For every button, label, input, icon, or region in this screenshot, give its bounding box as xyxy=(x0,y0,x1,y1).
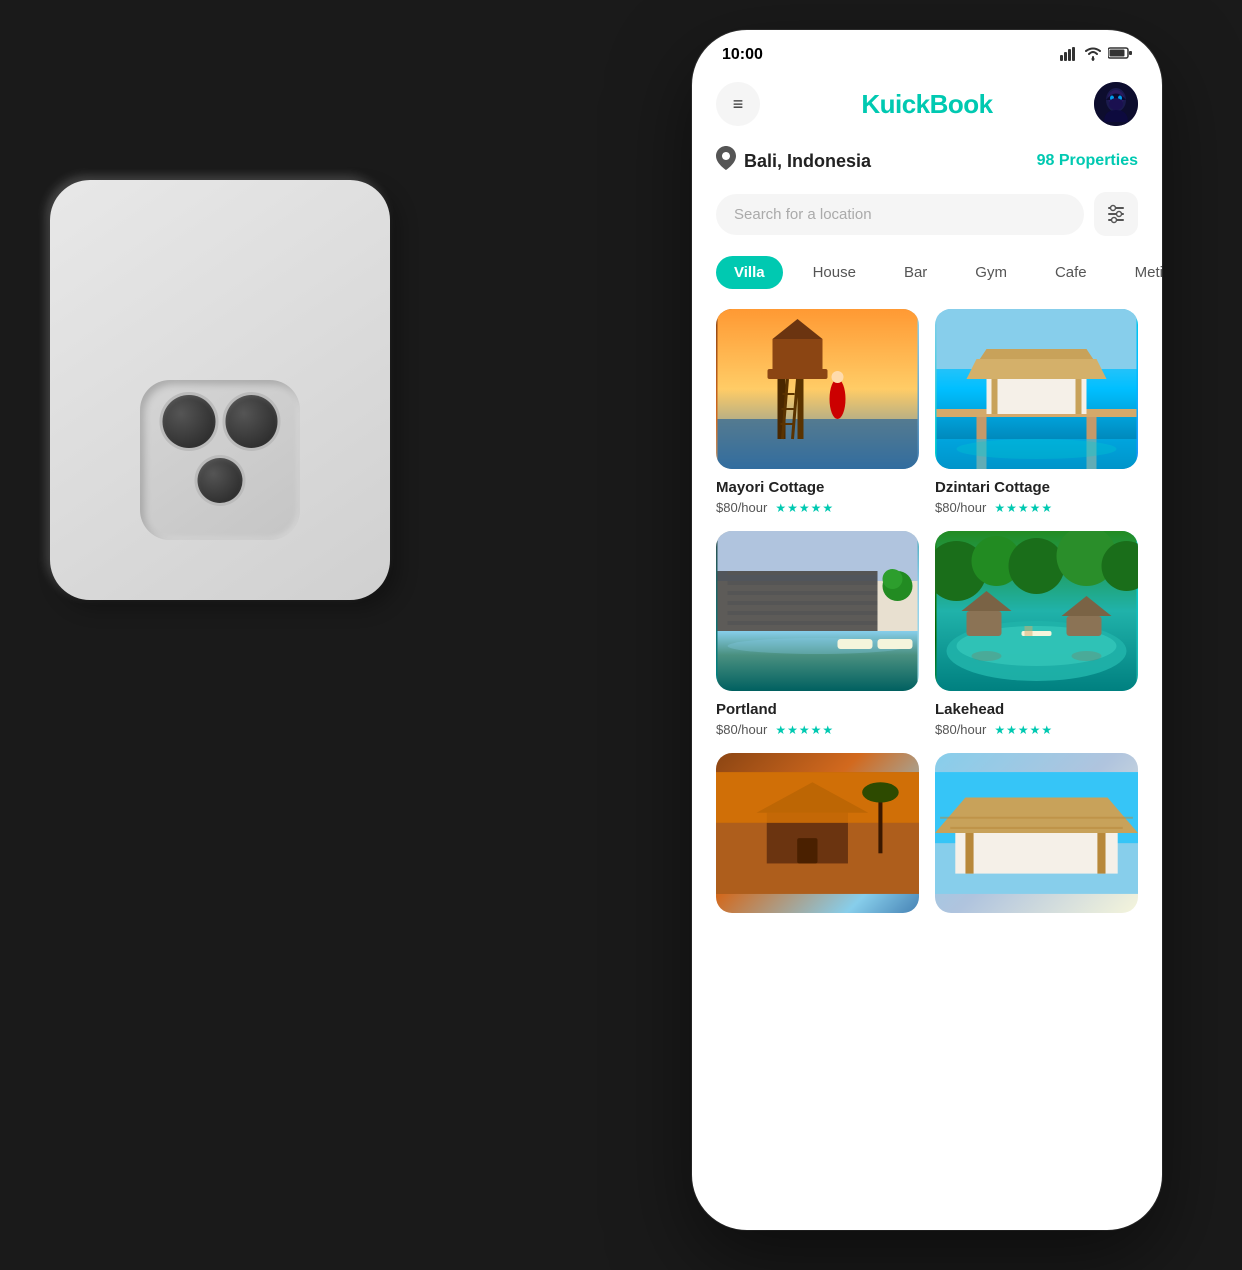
tab-meeting[interactable]: Meting xyxy=(1117,256,1162,289)
tab-villa[interactable]: Villa xyxy=(716,256,783,289)
property-meta-portland: $80/hour ★★★★★ xyxy=(716,722,919,737)
signal-icon xyxy=(1060,47,1078,64)
property-meta-mayori: $80/hour ★★★★★ xyxy=(716,500,919,515)
property-image-mayori xyxy=(716,309,919,469)
camera-lens-1 xyxy=(163,395,216,448)
property-card-partial-1[interactable] xyxy=(716,753,919,923)
search-bar: Search for a location xyxy=(716,192,1138,236)
search-placeholder: Search for a location xyxy=(734,206,872,223)
property-name-dzintari: Dzintari Cottage xyxy=(935,479,1138,496)
partial-property-grid xyxy=(692,737,1162,923)
property-name-portland: Portland xyxy=(716,701,919,718)
camera-bump xyxy=(143,375,298,530)
location-city: Bali, Indonesia xyxy=(744,151,871,172)
tab-bar[interactable]: Bar xyxy=(886,256,945,289)
camera-lens-3 xyxy=(198,458,243,503)
property-meta-dzintari: $80/hour ★★★★★ xyxy=(935,500,1138,515)
user-avatar[interactable] xyxy=(1094,82,1138,126)
location-pin-icon xyxy=(716,146,736,176)
status-bar: 10:00 xyxy=(692,30,1162,72)
avatar-image xyxy=(1094,82,1138,126)
filter-button[interactable] xyxy=(1094,192,1138,236)
properties-count: 98 Properties xyxy=(1037,152,1138,170)
search-input-container[interactable]: Search for a location xyxy=(716,194,1084,235)
status-icons xyxy=(1060,46,1132,64)
property-image-partial-2 xyxy=(935,753,1138,913)
property-meta-lakehead: $80/hour ★★★★★ xyxy=(935,722,1138,737)
filter-icon xyxy=(1105,203,1127,225)
property-name-lakehead: Lakehead xyxy=(935,701,1138,718)
camera-lens-2 xyxy=(225,395,278,448)
app-header: ≡ KuickBook xyxy=(692,72,1162,142)
app-title: KuickBook xyxy=(861,89,992,120)
wifi-icon xyxy=(1084,47,1102,64)
property-image-dzintari xyxy=(935,309,1138,469)
property-stars-dzintari: ★★★★★ xyxy=(994,501,1053,515)
tab-gym[interactable]: Gym xyxy=(957,256,1025,289)
property-name-mayori: Mayori Cottage xyxy=(716,479,919,496)
property-price-portland: $80/hour xyxy=(716,722,767,737)
location-bar: Bali, Indonesia 98 Properties xyxy=(692,142,1162,192)
property-stars-lakehead: ★★★★★ xyxy=(994,723,1053,737)
hamburger-icon: ≡ xyxy=(733,95,744,113)
property-image-partial-1 xyxy=(716,753,919,913)
tab-house[interactable]: House xyxy=(795,256,874,289)
property-price-mayori: $80/hour xyxy=(716,500,767,515)
property-stars-portland: ★★★★★ xyxy=(775,723,834,737)
property-card-portland[interactable]: Portland $80/hour ★★★★★ xyxy=(716,531,919,737)
property-card-lakehead[interactable]: Lakehead $80/hour ★★★★★ xyxy=(935,531,1138,737)
tab-cafe[interactable]: Cafe xyxy=(1037,256,1105,289)
property-card-partial-2[interactable] xyxy=(935,753,1138,923)
property-image-portland xyxy=(716,531,919,691)
property-stars-mayori: ★★★★★ xyxy=(775,501,834,515)
property-card-mayori[interactable]: Mayori Cottage $80/hour ★★★★★ xyxy=(716,309,919,515)
main-phone: 10:00 ≡ KuickBook xyxy=(692,30,1162,1230)
menu-button[interactable]: ≡ xyxy=(716,82,760,126)
category-tabs: Villa House Bar Gym Cafe Meting xyxy=(692,256,1162,309)
battery-icon xyxy=(1108,46,1132,64)
property-price-lakehead: $80/hour xyxy=(935,722,986,737)
status-time: 10:00 xyxy=(722,46,763,64)
location-info: Bali, Indonesia xyxy=(716,146,871,176)
property-price-dzintari: $80/hour xyxy=(935,500,986,515)
property-card-dzintari[interactable]: Dzintari Cottage $80/hour ★★★★★ xyxy=(935,309,1138,515)
property-image-lakehead xyxy=(935,531,1138,691)
property-grid: Mayori Cottage $80/hour ★★★★★ xyxy=(692,309,1162,737)
back-device xyxy=(50,180,390,600)
